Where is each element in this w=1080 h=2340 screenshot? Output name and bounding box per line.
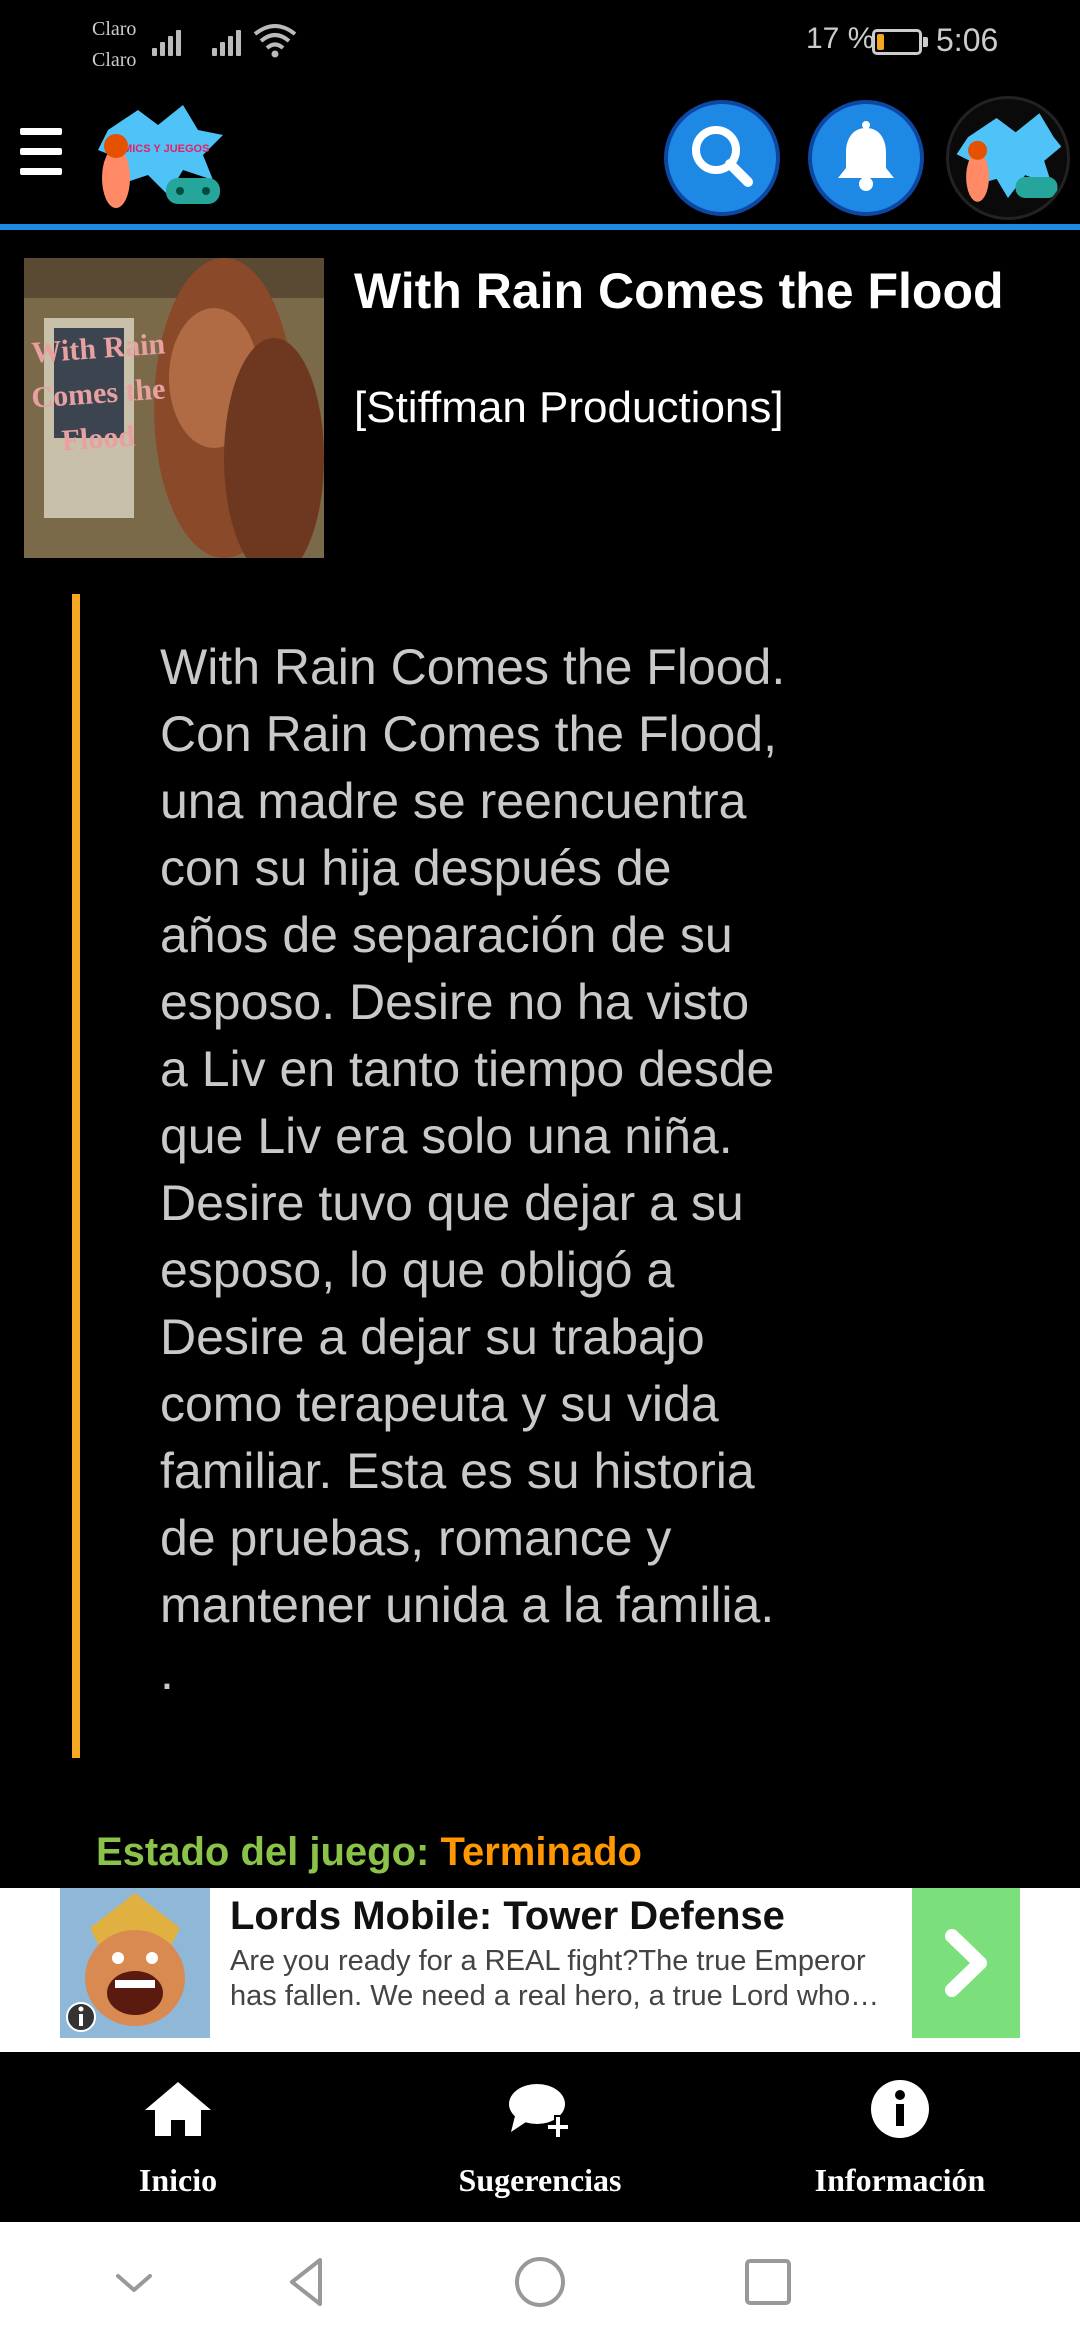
- status-bar: Claro Claro 17 % 5:06: [0, 0, 1080, 86]
- avatar[interactable]: [946, 96, 1070, 220]
- nav-item-sugerencias[interactable]: Sugerencias: [430, 2052, 650, 2222]
- back-icon[interactable]: [278, 2252, 338, 2312]
- description-block: With Rain Comes the Flood. Con Rain Come…: [72, 594, 972, 1758]
- battery-icon: [872, 29, 928, 55]
- chevron-down-icon[interactable]: [104, 2252, 164, 2312]
- bell-icon: [838, 121, 894, 191]
- carrier-2: Claro: [92, 49, 137, 71]
- clock: 5:06: [936, 22, 999, 58]
- app-header: COMICS Y JUEGOS: [0, 86, 1080, 230]
- nav-item-informacion[interactable]: Información: [800, 2052, 1000, 2222]
- home-icon: [145, 2082, 211, 2136]
- search-button[interactable]: [664, 100, 780, 216]
- ad-body[interactable]: Are you ready for a REAL fight?The true …: [230, 1944, 900, 2014]
- notifications-button[interactable]: [808, 100, 924, 216]
- signal-icon: [212, 26, 250, 56]
- status-label: Estado del juego:: [96, 1830, 430, 1874]
- ad-image[interactable]: [60, 1888, 210, 2038]
- nav-label-informacion: Información: [814, 2162, 986, 2198]
- status-value: Terminado: [440, 1830, 642, 1874]
- developer-name: [Stiffman Productions]: [354, 383, 784, 432]
- carrier-labels: Claro Claro: [92, 14, 136, 76]
- wifi-icon: [253, 24, 297, 58]
- hamburger-icon[interactable]: [20, 128, 62, 180]
- game-title: With Rain Comes the Flood: [354, 263, 1004, 319]
- avatar-logo-icon: [956, 113, 1062, 202]
- nav-label-inicio: Inicio: [138, 2162, 218, 2198]
- system-nav-bar: [0, 2222, 1080, 2340]
- game-cover-image[interactable]: With Rain Comes the Flood: [24, 258, 324, 558]
- info-icon: [871, 2080, 929, 2138]
- battery-percent: 17 %: [806, 22, 875, 55]
- recents-icon[interactable]: [738, 2252, 798, 2312]
- ad-banner[interactable]: Lords Mobile: Tower Defense Are you read…: [0, 1888, 1080, 2052]
- bottom-nav: Inicio Sugerencias Información: [0, 2052, 1080, 2222]
- game-status: Estado del juego: Terminado: [96, 1830, 642, 1875]
- svg-text:Flood: Flood: [61, 419, 137, 457]
- signal-icon: [152, 26, 190, 56]
- info-icon[interactable]: [64, 2000, 98, 2034]
- chevron-right-icon: [945, 1929, 987, 1997]
- search-icon: [692, 126, 753, 187]
- ad-cta-button[interactable]: [912, 1888, 1020, 2038]
- battery-level: [877, 34, 884, 50]
- nav-item-inicio[interactable]: Inicio: [80, 2052, 276, 2222]
- home-circle-icon[interactable]: [510, 2252, 570, 2312]
- ad-title[interactable]: Lords Mobile: Tower Defense: [230, 1894, 785, 1939]
- app-logo[interactable]: COMICS Y JUEGOS: [88, 100, 228, 218]
- nav-label-sugerencias: Sugerencias: [458, 2162, 622, 2198]
- chat-add-icon: [509, 2084, 570, 2139]
- game-description: With Rain Comes the Flood. Con Rain Come…: [160, 639, 786, 1700]
- carrier-1: Claro: [92, 18, 137, 40]
